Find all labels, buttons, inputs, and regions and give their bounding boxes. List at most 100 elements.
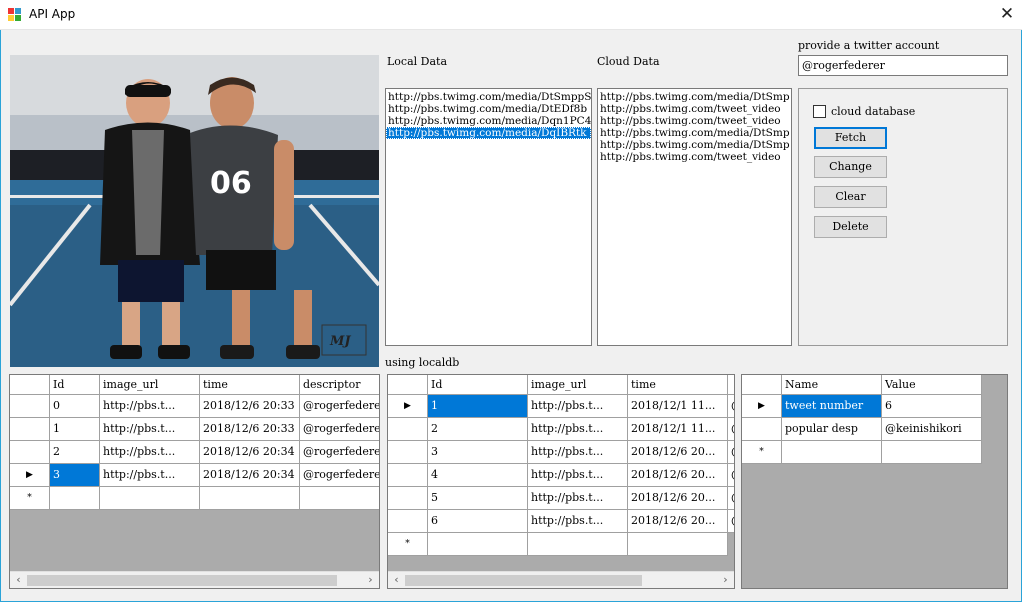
grid-cell[interactable]: 2018/12/1 11... <box>628 395 728 418</box>
cloud-data-list[interactable]: http://pbs.twimg.com/media/DtSmp http://p… <box>597 88 792 346</box>
grid-cell[interactable]: http://pbs.t... <box>100 464 200 487</box>
grid-cell[interactable] <box>100 487 200 510</box>
column-header[interactable]: Id <box>428 375 528 395</box>
column-header[interactable]: time <box>200 375 300 395</box>
grid-cell[interactable]: 1 <box>50 418 100 441</box>
cloud-list-item[interactable]: http://pbs.twimg.com/media/DtSmp <box>598 127 791 139</box>
scroll-left-icon[interactable]: ‹ <box>10 572 27 588</box>
local-list-item[interactable]: http://pbs.twimg.com/media/DqIBRtk <box>386 127 591 139</box>
grid-cell[interactable]: http://pbs.t... <box>528 418 628 441</box>
grid-cell-overflow[interactable]: @ <box>728 441 734 464</box>
new-row-marker[interactable]: * <box>10 487 50 510</box>
grid-cell[interactable]: 1 <box>428 395 528 418</box>
grid-corner-cell[interactable] <box>742 375 782 395</box>
horizontal-scrollbar[interactable]: ‹ › <box>10 571 379 588</box>
grid-cell[interactable]: http://pbs.t... <box>528 510 628 533</box>
scroll-left-icon[interactable]: ‹ <box>388 572 405 588</box>
column-header[interactable]: Name <box>782 375 882 395</box>
horizontal-scrollbar[interactable]: ‹ › <box>388 571 734 588</box>
row-header[interactable] <box>10 418 50 441</box>
grid-cell[interactable] <box>782 441 882 464</box>
row-pointer-icon[interactable]: ▶ <box>742 395 782 418</box>
grid-cell[interactable]: 6 <box>882 395 982 418</box>
local-list-item[interactable]: http://pbs.twimg.com/media/Dqn1PC4 <box>386 115 591 127</box>
grid-cell[interactable]: 5 <box>428 487 528 510</box>
row-header[interactable] <box>388 487 428 510</box>
row-header[interactable] <box>388 464 428 487</box>
column-header[interactable]: time <box>628 375 728 395</box>
grid-cell[interactable]: 2018/12/6 20:34 <box>200 464 300 487</box>
grid-cell[interactable] <box>428 533 528 556</box>
grid-cell[interactable] <box>200 487 300 510</box>
column-header-overflow[interactable] <box>728 375 734 395</box>
scroll-right-icon[interactable]: › <box>717 572 734 588</box>
cloud-list-item[interactable]: http://pbs.twimg.com/tweet_video <box>598 103 791 115</box>
grid-cell[interactable]: 4 <box>428 464 528 487</box>
grid-cell[interactable]: @rogerfederer <box>300 464 379 487</box>
grid-cell[interactable]: http://pbs.t... <box>100 395 200 418</box>
clear-button[interactable]: Clear <box>814 186 887 208</box>
local-data-grid[interactable]: Id image_url time descriptor 0 http://pbs.t..… <box>9 374 380 589</box>
local-list-item[interactable]: http://pbs.twimg.com/media/DtEDf8b <box>386 103 591 115</box>
row-header[interactable] <box>388 441 428 464</box>
grid-cell[interactable] <box>528 533 628 556</box>
row-header[interactable] <box>10 441 50 464</box>
grid-cell[interactable]: @keinishikori <box>882 418 982 441</box>
grid-cell[interactable] <box>882 441 982 464</box>
grid-corner-cell[interactable] <box>388 375 428 395</box>
cloud-list-item[interactable]: http://pbs.twimg.com/tweet_video <box>598 115 791 127</box>
grid-cell[interactable]: http://pbs.t... <box>100 441 200 464</box>
fetch-button[interactable]: Fetch <box>814 127 887 149</box>
grid-cell[interactable]: 2018/12/6 20... <box>628 510 728 533</box>
grid-cell[interactable]: @rogerfederer <box>300 395 379 418</box>
delete-button[interactable]: Delete <box>814 216 887 238</box>
grid-cell[interactable]: @rogerfederer <box>300 418 379 441</box>
localdb-data-grid[interactable]: Id image_url time ▶ 1 http://pbs.t... 2018/12/… <box>387 374 735 589</box>
grid-cell-overflow[interactable]: @ <box>728 487 734 510</box>
grid-cell[interactable]: http://pbs.t... <box>528 464 628 487</box>
column-header[interactable]: descriptor <box>300 375 379 395</box>
grid-cell[interactable]: 2018/12/6 20:33 <box>200 395 300 418</box>
column-header[interactable]: image_url <box>528 375 628 395</box>
stats-data-grid[interactable]: Name Value ▶ tweet number 6 popular desp @kein… <box>741 374 1008 589</box>
grid-corner-cell[interactable] <box>10 375 50 395</box>
grid-cell-overflow[interactable]: @ <box>728 510 734 533</box>
grid-cell[interactable] <box>300 487 379 510</box>
grid-cell[interactable]: 2018/12/6 20... <box>628 441 728 464</box>
row-header[interactable] <box>742 418 782 441</box>
row-header[interactable] <box>10 395 50 418</box>
cloud-list-item[interactable]: http://pbs.twimg.com/tweet_video <box>598 151 791 163</box>
twitter-account-input[interactable]: @rogerfederer <box>798 55 1008 76</box>
cloud-database-checkbox[interactable] <box>813 105 826 118</box>
grid-cell[interactable]: 2018/12/1 11... <box>628 418 728 441</box>
grid-cell-overflow[interactable]: @ <box>728 418 734 441</box>
column-header[interactable]: image_url <box>100 375 200 395</box>
row-pointer-icon[interactable]: ▶ <box>388 395 428 418</box>
row-header[interactable] <box>388 418 428 441</box>
new-row-marker[interactable]: * <box>742 441 782 464</box>
cloud-list-item[interactable]: http://pbs.twimg.com/media/DtSmp <box>598 139 791 151</box>
grid-cell[interactable]: 2018/12/6 20... <box>628 464 728 487</box>
grid-cell[interactable]: 2018/12/6 20... <box>628 487 728 510</box>
grid-cell[interactable]: http://pbs.t... <box>528 487 628 510</box>
grid-cell[interactable]: 3 <box>428 441 528 464</box>
grid-cell[interactable]: tweet number <box>782 395 882 418</box>
change-button[interactable]: Change <box>814 156 887 178</box>
grid-cell[interactable]: 2 <box>428 418 528 441</box>
close-button[interactable]: ✕ <box>992 0 1022 30</box>
grid-cell[interactable]: http://pbs.t... <box>528 441 628 464</box>
grid-cell[interactable]: http://pbs.t... <box>528 395 628 418</box>
row-pointer-icon[interactable]: ▶ <box>10 464 50 487</box>
new-row-marker[interactable]: * <box>388 533 428 556</box>
grid-cell[interactable] <box>628 533 728 556</box>
grid-cell[interactable]: 3 <box>50 464 100 487</box>
grid-cell[interactable]: http://pbs.t... <box>100 418 200 441</box>
row-header[interactable] <box>388 510 428 533</box>
column-header[interactable]: Id <box>50 375 100 395</box>
local-list-item[interactable]: http://pbs.twimg.com/media/DtSmppS <box>386 91 591 103</box>
scroll-thumb[interactable] <box>27 575 337 586</box>
grid-cell[interactable]: @rogerfederer <box>300 441 379 464</box>
column-header[interactable]: Value <box>882 375 982 395</box>
grid-cell[interactable]: 2018/12/6 20:34 <box>200 441 300 464</box>
grid-cell[interactable]: popular desp <box>782 418 882 441</box>
